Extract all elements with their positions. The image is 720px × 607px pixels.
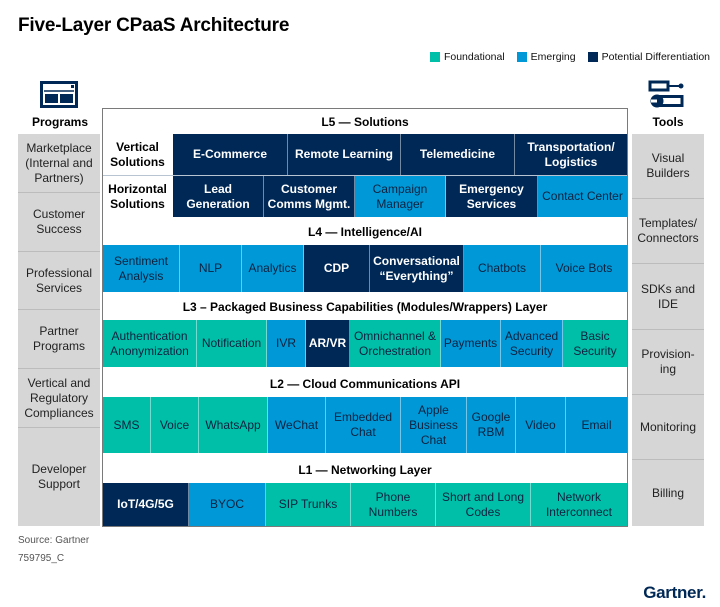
solution-cell: E-Commerce [173,134,288,175]
figure-id: 759795_C [18,553,65,564]
program-item: Developer Support [31,462,87,491]
tools-heading: Tools [652,115,684,129]
capability-cell: Conversational “Everything” [370,245,464,292]
legend-item-potential-differentiation: Potential Differentiation [587,51,710,63]
solution-cell: Emergency Services [446,176,538,217]
legend-swatch-foundational [429,52,440,62]
tool-item: Billing [651,485,684,500]
layer-title-l4: L4 — Intelligence/AI [307,225,423,239]
row-label-horizontal: Horizontal Solutions [103,176,173,217]
capability-cell: Basic Security [563,320,627,367]
solution-cell: Telemedicine [401,134,515,175]
capability-cell: Chatbots [464,245,541,292]
legend-swatch-emerging [516,52,527,62]
tool-item: Templates/ Connectors [632,199,704,264]
layer-title-l2: L2 — Cloud Communications API [269,377,461,391]
capability-cell: CDP [304,245,370,292]
capability-cell: NLP [180,245,242,292]
solution-cell: Remote Learning [288,134,401,175]
api-cell: Google RBM [467,397,516,453]
layer-title-l3: L3 – Packaged Business Capabilities (Mod… [182,300,548,314]
tool-item: Monitoring [632,395,704,460]
capability-cell: Analytics [242,245,304,292]
programs-column: Marketplace (Internal and Partners) Cust… [18,134,100,526]
network-cell: IoT/4G/5G [103,483,189,526]
network-cell: SIP Trunks [266,483,351,526]
legend-swatch-potential-differentiation [587,52,598,62]
capability-cell: Voice Bots [541,245,627,292]
capability-cell: Sentiment Analysis [103,245,180,292]
capability-cell: IVR [267,320,306,367]
legend: Foundational Emerging Potential Differen… [429,51,710,63]
network-cell: Phone Numbers [351,483,436,526]
tool-item: Provision- ing [632,330,704,395]
capability-cell: Payments [441,320,501,367]
solution-cell: Contact Center [538,176,627,217]
program-item: Professional Services [18,252,100,310]
api-cell: Embedded Chat [326,397,401,453]
layer-title-l5: L5 — Solutions [321,115,409,129]
row-label-vertical: Vertical Solutions [103,134,173,175]
api-cell: Apple Business Chat [401,397,467,453]
network-cell: BYOC [189,483,266,526]
program-item: Marketplace (Internal and Partners) [18,134,100,193]
api-cell: Voice [151,397,199,453]
tool-item: Visual Builders [632,134,704,199]
program-item: Partner Programs [18,310,100,369]
legend-label: Potential Differentiation [601,51,710,63]
api-cell: Video [516,397,566,453]
l1-row: IoT/4G/5G BYOC SIP Trunks Phone Numbers … [103,483,627,526]
page-title: Five-Layer CPaaS Architecture [18,15,290,36]
solution-cell: Transportation/ Logistics [515,134,627,175]
program-item: Customer Success [18,193,100,252]
api-cell: Email [566,397,627,453]
screwdriver-wrench-icon [648,80,686,115]
api-cell: SMS [103,397,151,453]
l4-row: Sentiment Analysis NLP Analytics CDP Con… [103,245,627,292]
network-cell: Network Interconnect [531,483,627,526]
api-cell: WhatsApp [199,397,268,453]
tools-column: Visual Builders Templates/ Connectors SD… [632,134,704,526]
l5-vertical-row: Vertical Solutions E-Commerce Remote Lea… [103,134,627,175]
browser-window-icon [40,81,78,113]
solution-cell: Lead Generation [173,176,264,217]
network-cell: Short and Long Codes [436,483,531,526]
l2-row: SMS Voice WhatsApp WeChat Embedded Chat … [103,397,627,453]
tool-item: SDKs and IDE [632,264,704,330]
capability-cell: AR/VR [306,320,350,367]
legend-label: Foundational [443,51,505,63]
l5-horizontal-row: Horizontal Solutions Lead Generation Cus… [103,175,627,217]
api-cell: WeChat [268,397,326,453]
source-note: Source: Gartner [18,535,90,546]
gartner-logo: Gartner. [643,583,706,602]
programs-heading: Programs [31,115,89,129]
program-item: Vertical and Regulatory Compliances [18,369,100,428]
legend-item-foundational: Foundational [429,51,505,63]
solution-cell: Customer Comms Mgmt. [264,176,355,217]
legend-label: Emerging [530,51,576,63]
capability-cell: Authentication Anonymization [103,320,197,367]
capability-cell: Advanced Security [501,320,563,367]
legend-item-emerging: Emerging [516,51,576,63]
architecture-diagram: L5 — Solutions Vertical Solutions E-Comm… [102,108,628,527]
layer-title-l1: L1 — Networking Layer [298,463,432,477]
solution-cell: Campaign Manager [355,176,446,217]
capability-cell: Notification [197,320,267,367]
capability-cell: Omnichannel & Orchestration [350,320,441,367]
l3-row: Authentication Anonymization Notificatio… [103,320,627,367]
